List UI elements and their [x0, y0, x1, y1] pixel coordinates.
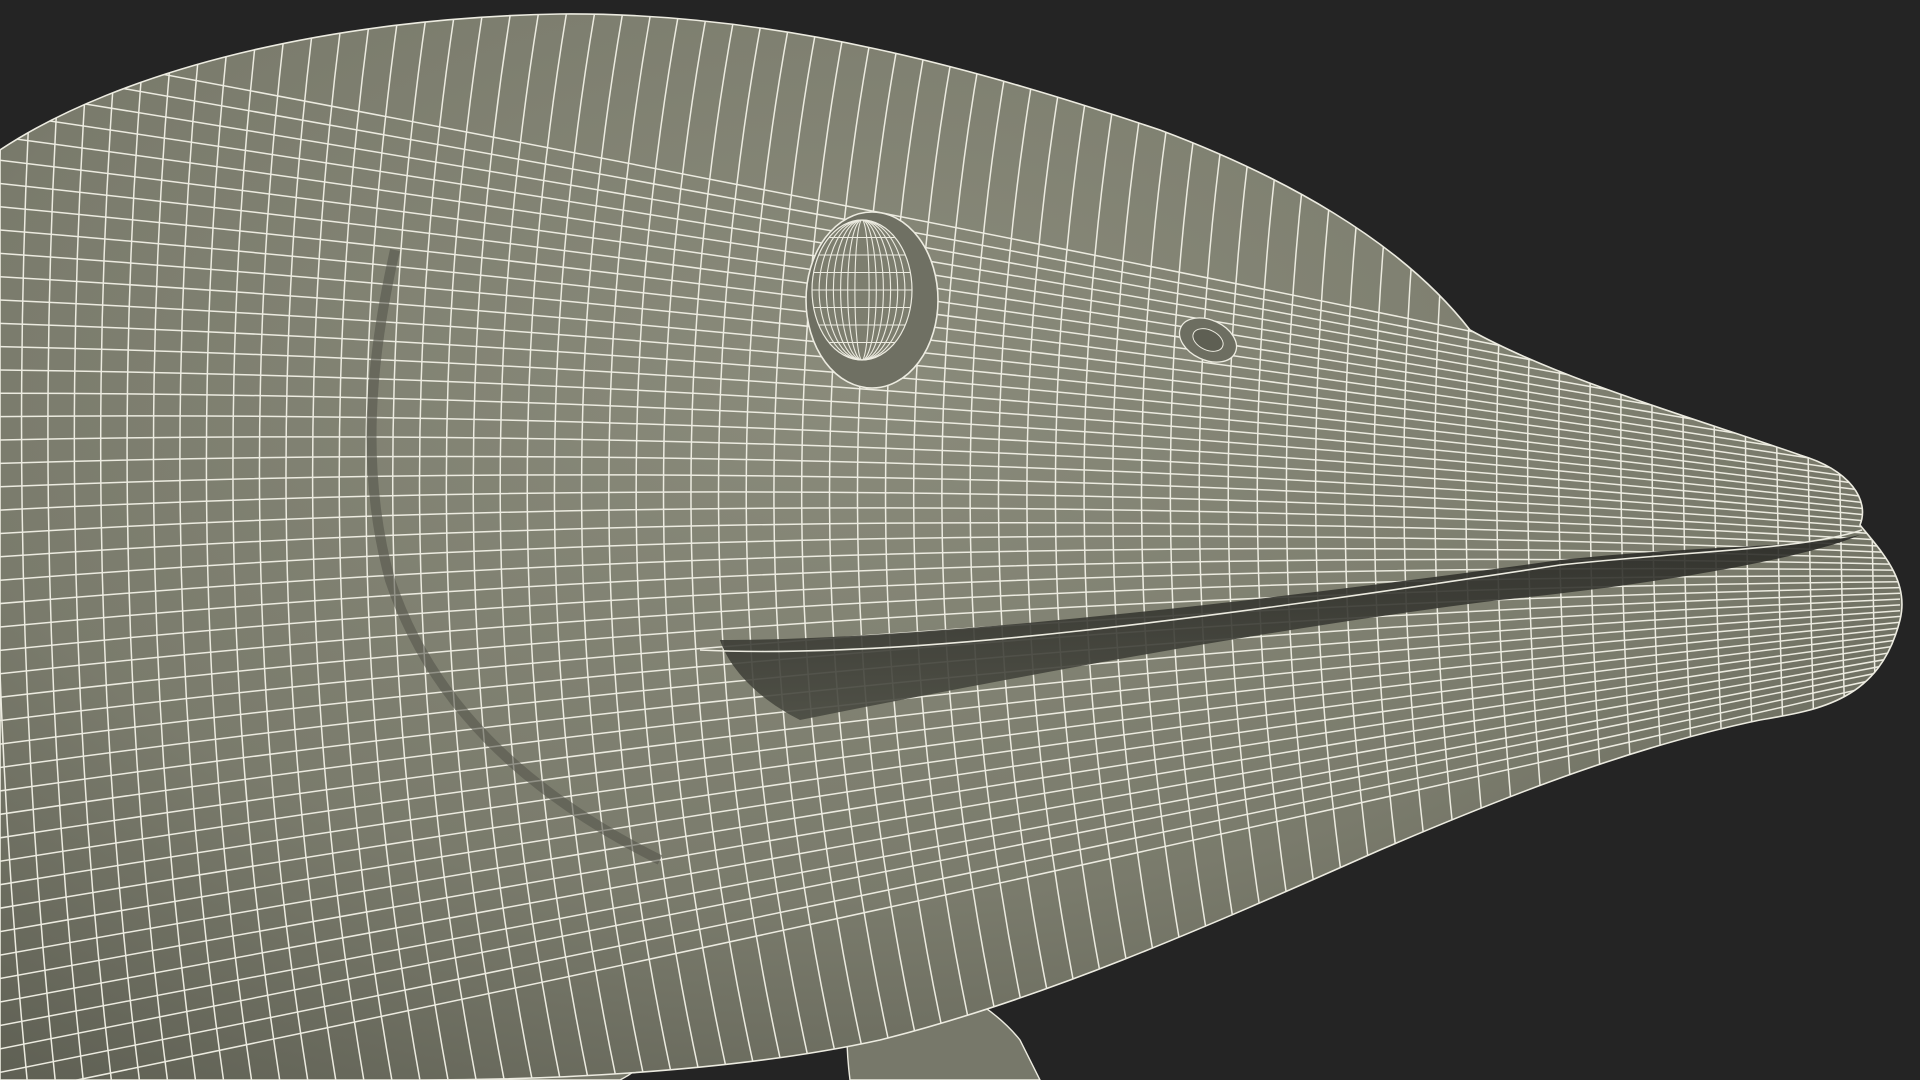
wireframe-render [0, 13, 1903, 1080]
eye [805, 211, 939, 389]
fish-head-body [0, 13, 1903, 1080]
viewport [0, 0, 1920, 1080]
mesh-edge [1891, 13, 1902, 1080]
